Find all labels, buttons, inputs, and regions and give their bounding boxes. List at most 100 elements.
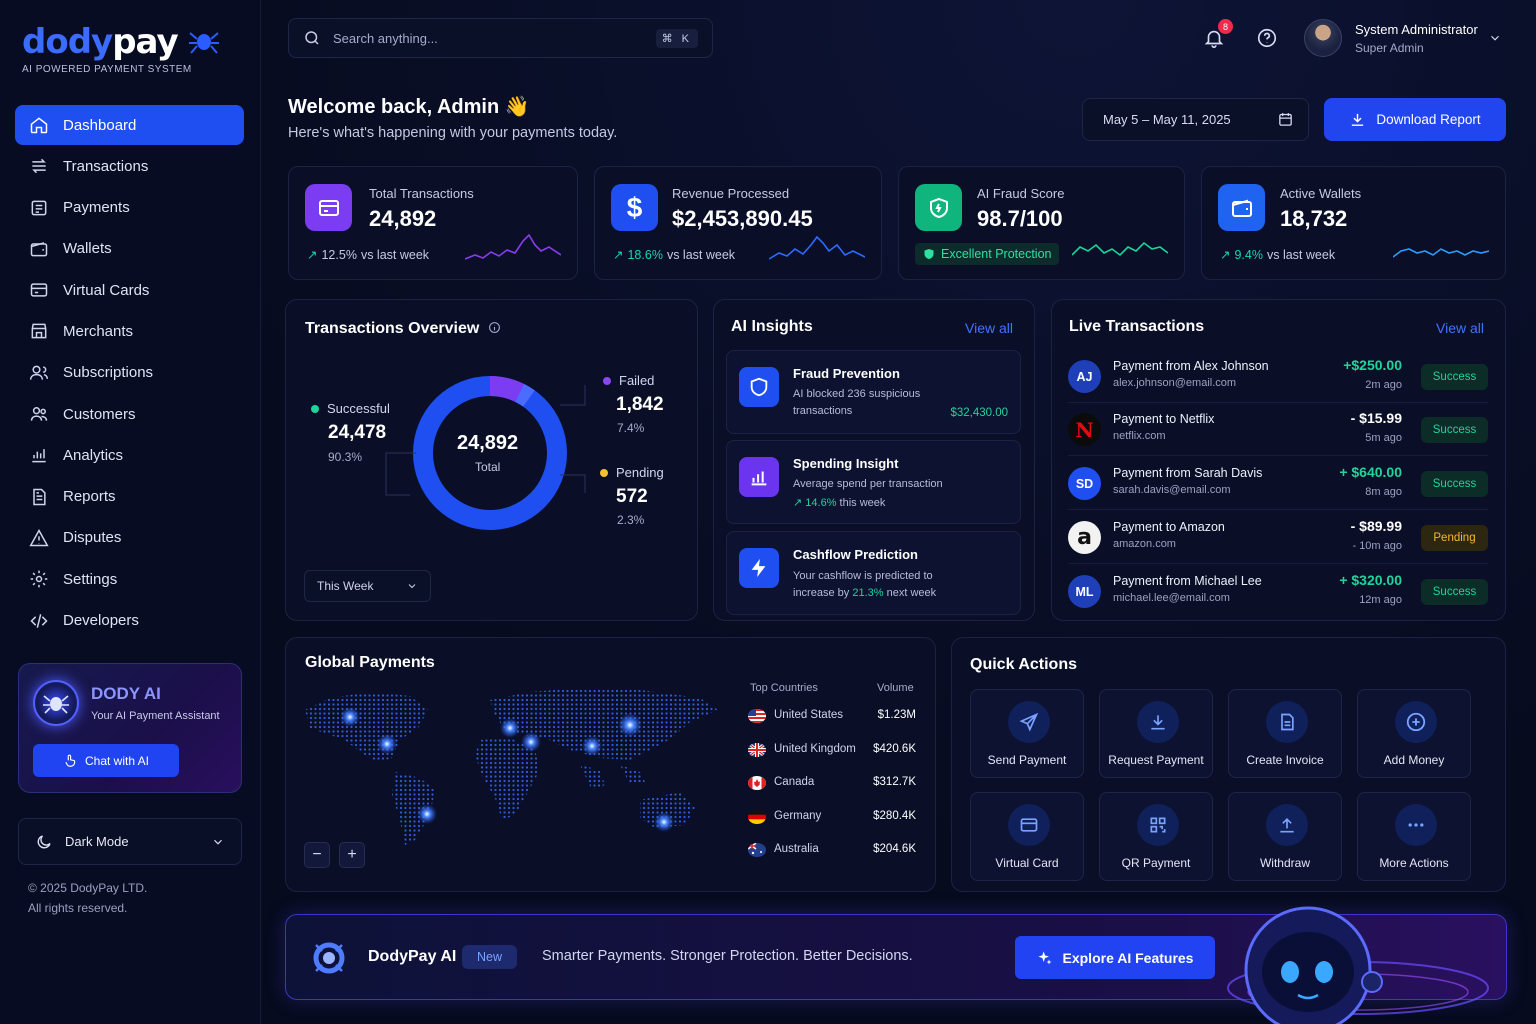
failed-pct: 7.4% [617,421,645,435]
sparkle-icon [1037,950,1052,965]
info-icon[interactable] [488,321,501,334]
sidebar-item-label: Dashboard [63,116,137,134]
zoom-in-button[interactable]: + [339,842,365,868]
chat-with-ai-button[interactable]: Chat with AI [33,744,179,777]
hand-pointer-icon [65,754,76,767]
insight-desc: Your cashflow is predicted to [793,570,933,582]
insight-cashflow[interactable]: Cashflow Prediction Your cashflow is pre… [726,531,1021,615]
avatar: ML [1068,575,1101,608]
quick-action-create-invoice[interactable]: Create Invoice [1228,689,1342,778]
status-badge: Success [1421,417,1488,443]
stat-change: ↗ 9.4% vs last week [1220,247,1335,263]
live-view-all-link[interactable]: View all [1436,320,1484,336]
insights-view-all-link[interactable]: View all [965,320,1013,336]
insight-title: Spending Insight [793,456,899,471]
sidebar-item-wallets[interactable]: Wallets [15,229,244,269]
tx-time: 5m ago [1365,432,1402,444]
logo-tagline: AI POWERED PAYMENT SYSTEM [22,64,192,75]
country-name: Canada [774,776,815,788]
ai-robot-illustration [1227,906,1489,1024]
sidebar-item-label: Developers [63,612,139,630]
stat-change-value: 12.5% [321,247,357,262]
shield-icon [915,184,962,231]
quick-action-request-payment[interactable]: Request Payment [1099,689,1213,778]
date-range-picker[interactable]: May 5 – May 11, 2025 [1082,98,1309,141]
transaction-row[interactable]: SD Payment from Sarah Davis sarah.davis@… [1068,457,1488,510]
transaction-row[interactable]: AJ Payment from Alex Johnson alex.johnso… [1068,350,1488,403]
explore-ai-features-button[interactable]: Explore AI Features [1015,936,1215,979]
transaction-row[interactable]: N Payment to Netflix netflix.com - $15.9… [1068,403,1488,456]
panel-title: Global Payments [305,654,435,671]
panel-title: Transactions Overview [305,320,501,338]
netflix-logo-icon: N [1068,413,1101,446]
more-icon [1395,804,1437,846]
insight-fraud-prevention[interactable]: Fraud Prevention AI blocked 236 suspicio… [726,350,1021,434]
world-map [305,688,718,845]
rights-line: All rights reserved. [28,901,128,915]
status-badge: Success [1421,364,1488,390]
sidebar-item-subscriptions[interactable]: Subscriptions [15,353,244,393]
card-icon [30,283,48,297]
wallet-icon [30,242,48,257]
logo[interactable]: dodypay AI POWERED PAYMENT SYSTEM [22,22,220,75]
quick-action-virtual-card[interactable]: Virtual Card [970,792,1084,881]
user-avatar[interactable] [1304,19,1342,57]
quick-action-label: Add Money [1383,753,1445,767]
quick-action-label: Withdraw [1259,856,1310,870]
download-report-button[interactable]: Download Report [1324,98,1506,141]
period-select[interactable]: This Week [304,570,431,602]
sidebar-item-settings[interactable]: Settings [15,559,244,599]
sidebar-item-transactions[interactable]: Transactions [15,146,244,186]
sidebar-item-virtual-cards[interactable]: Virtual Cards [15,270,244,310]
stat-label: Revenue Processed [672,186,790,201]
quick-action-send-payment[interactable]: Send Payment [970,689,1084,778]
trend-up-icon: ↗ [793,497,806,509]
stat-label: AI Fraud Score [977,186,1065,201]
tx-time: 2m ago [1365,379,1402,391]
dark-mode-label: Dark Mode [65,834,129,849]
sidebar-item-label: Settings [63,570,118,588]
user-menu-chevron-icon[interactable] [1488,31,1502,45]
user-name[interactable]: System Administrator [1355,22,1478,37]
sidebar-item-disputes[interactable]: Disputes [15,518,244,558]
zoom-out-button[interactable]: − [304,842,330,868]
quick-action-withdraw[interactable]: Withdraw [1228,792,1342,881]
sidebar-item-label: Subscriptions [63,364,154,382]
tx-name: Payment from Michael Lee [1113,574,1262,588]
warning-icon [29,528,49,547]
ai-shield-icon [739,367,779,407]
quick-action-add-money[interactable]: Add Money [1357,689,1471,778]
tx-email: amazon.com [1113,538,1176,550]
tx-time: 8m ago [1365,486,1402,498]
insight-spending[interactable]: Spending Insight Average spend per trans… [726,440,1021,524]
transaction-row[interactable]: ML Payment from Michael Lee michael.lee@… [1068,565,1488,618]
panel-title: Live Transactions [1069,318,1205,335]
sidebar-item-customers[interactable]: Customers [15,394,244,434]
dark-mode-toggle[interactable]: Dark Mode [18,818,242,865]
quick-action-more-actions[interactable]: More Actions [1357,792,1471,881]
card-icon [1008,804,1050,846]
sparkline [1072,241,1168,257]
sidebar-item-dashboard[interactable]: Dashboard [15,105,244,145]
tx-email: alex.johnson@email.com [1113,377,1237,389]
search-shortcut: ⌘ K [655,28,698,48]
transaction-row[interactable]: a Payment to Amazon amazon.com - $89.99 … [1068,511,1488,564]
tx-amount: + $640.00 [1339,464,1402,480]
sidebar-item-analytics[interactable]: Analytics [15,435,244,475]
avatar: AJ [1068,360,1101,393]
help-icon[interactable] [1256,27,1278,49]
stat-card-revenue: $ Revenue Processed $2,453,890.45 ↗ 18.6%… [594,166,882,280]
sidebar-item-merchants[interactable]: Merchants [15,311,244,351]
insight-pct-suffix: this week [839,497,886,509]
sidebar-item-reports[interactable]: Reports [15,477,244,517]
legend-dot [600,468,608,477]
sidebar-item-developers[interactable]: Developers [15,601,244,641]
wallet-icon [1218,184,1265,231]
country-volume: $1.23M [877,709,916,721]
sidebar-item-payments[interactable]: Payments [15,188,244,228]
legend-failed: Failed [603,373,654,388]
search-input[interactable] [333,30,644,46]
stat-change: ↗ 12.5% vs last week [307,247,429,263]
moon-icon [37,834,51,848]
quick-action-qr-payment[interactable]: QR Payment [1099,792,1213,881]
